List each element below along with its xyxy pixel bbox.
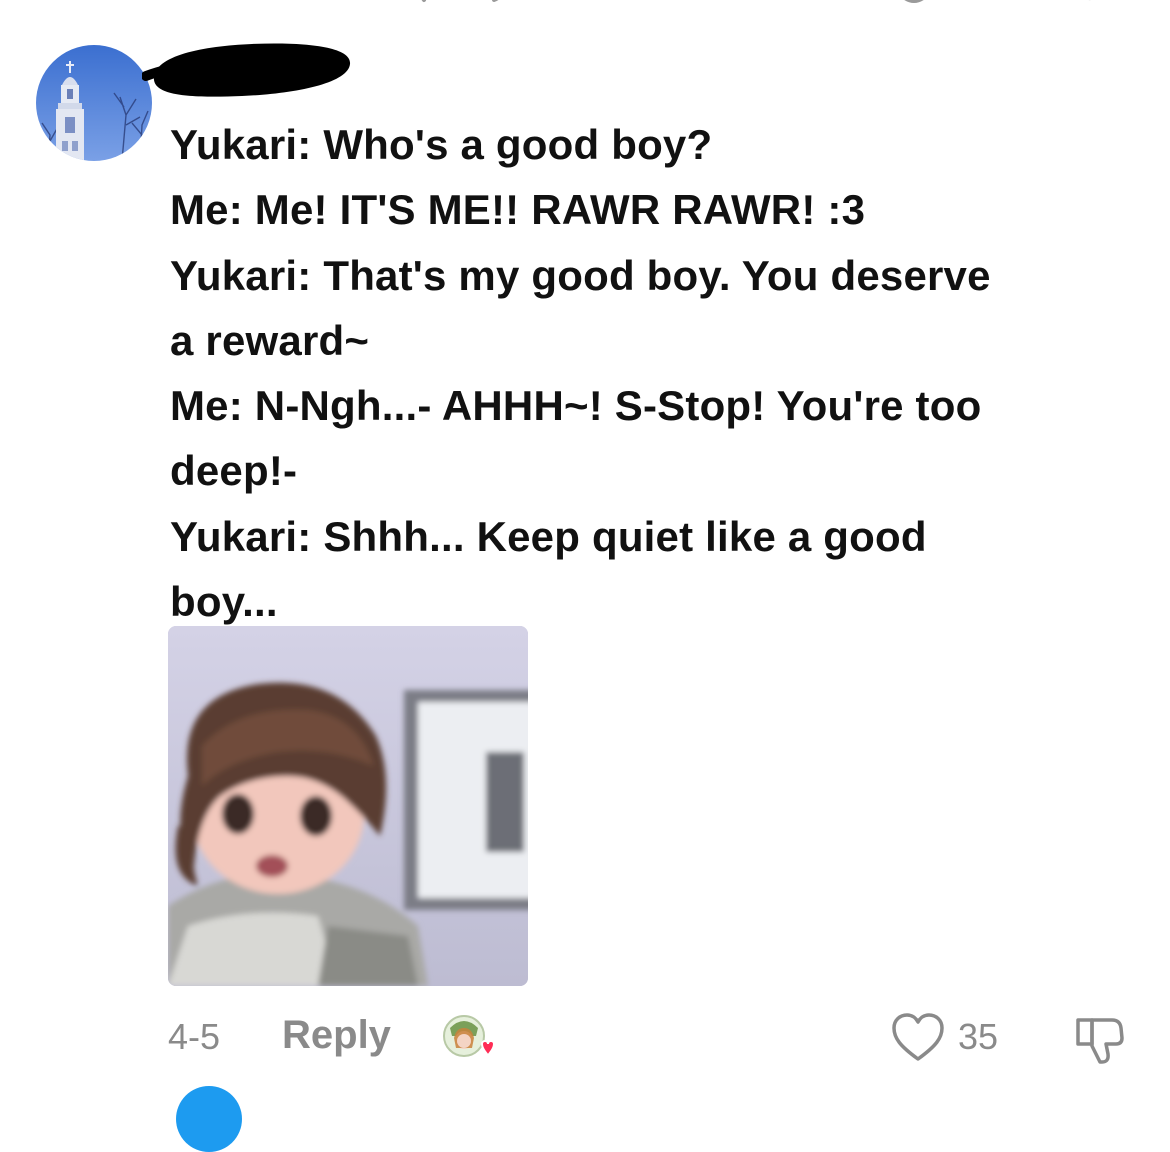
comment-line: Yukari: Shhh... Keep quiet like a good (170, 512, 927, 560)
next-comment-avatar[interactable] (176, 1086, 242, 1152)
anime-character-image (168, 626, 528, 986)
creator-liked-avatar-icon (442, 1014, 498, 1064)
previous-comment-footer-partial (421, 0, 924, 3)
comment-text: Yukari: Who's a good boy? Me: Me! IT'S M… (170, 112, 1140, 634)
comment-line: deep!- (170, 447, 298, 495)
reply-button[interactable]: Reply (282, 1013, 391, 1058)
thumbs-down-icon[interactable] (1072, 1012, 1126, 1066)
comment-image[interactable] (168, 626, 528, 986)
comment-date: 4-5 (168, 1016, 221, 1057)
comment-line: Yukari: Who's a good boy? (170, 121, 713, 168)
comment-line: Yukari: That's my good boy. You deserve (170, 251, 991, 299)
comment-line: Me: N-Ngh...- AHHH~! S-Stop! You're too (170, 382, 982, 430)
comment-line: Me: Me! IT'S ME!! RAWR RAWR! :3 (170, 186, 866, 234)
like-heart-icon[interactable] (890, 1012, 946, 1064)
comment-line: boy... (170, 578, 278, 626)
commenter-avatar[interactable] (36, 45, 152, 161)
like-count: 35 (958, 1016, 999, 1057)
redacted-username (142, 43, 351, 97)
comment-line: a reward~ (170, 316, 370, 364)
church-steeple-photo (36, 45, 152, 161)
